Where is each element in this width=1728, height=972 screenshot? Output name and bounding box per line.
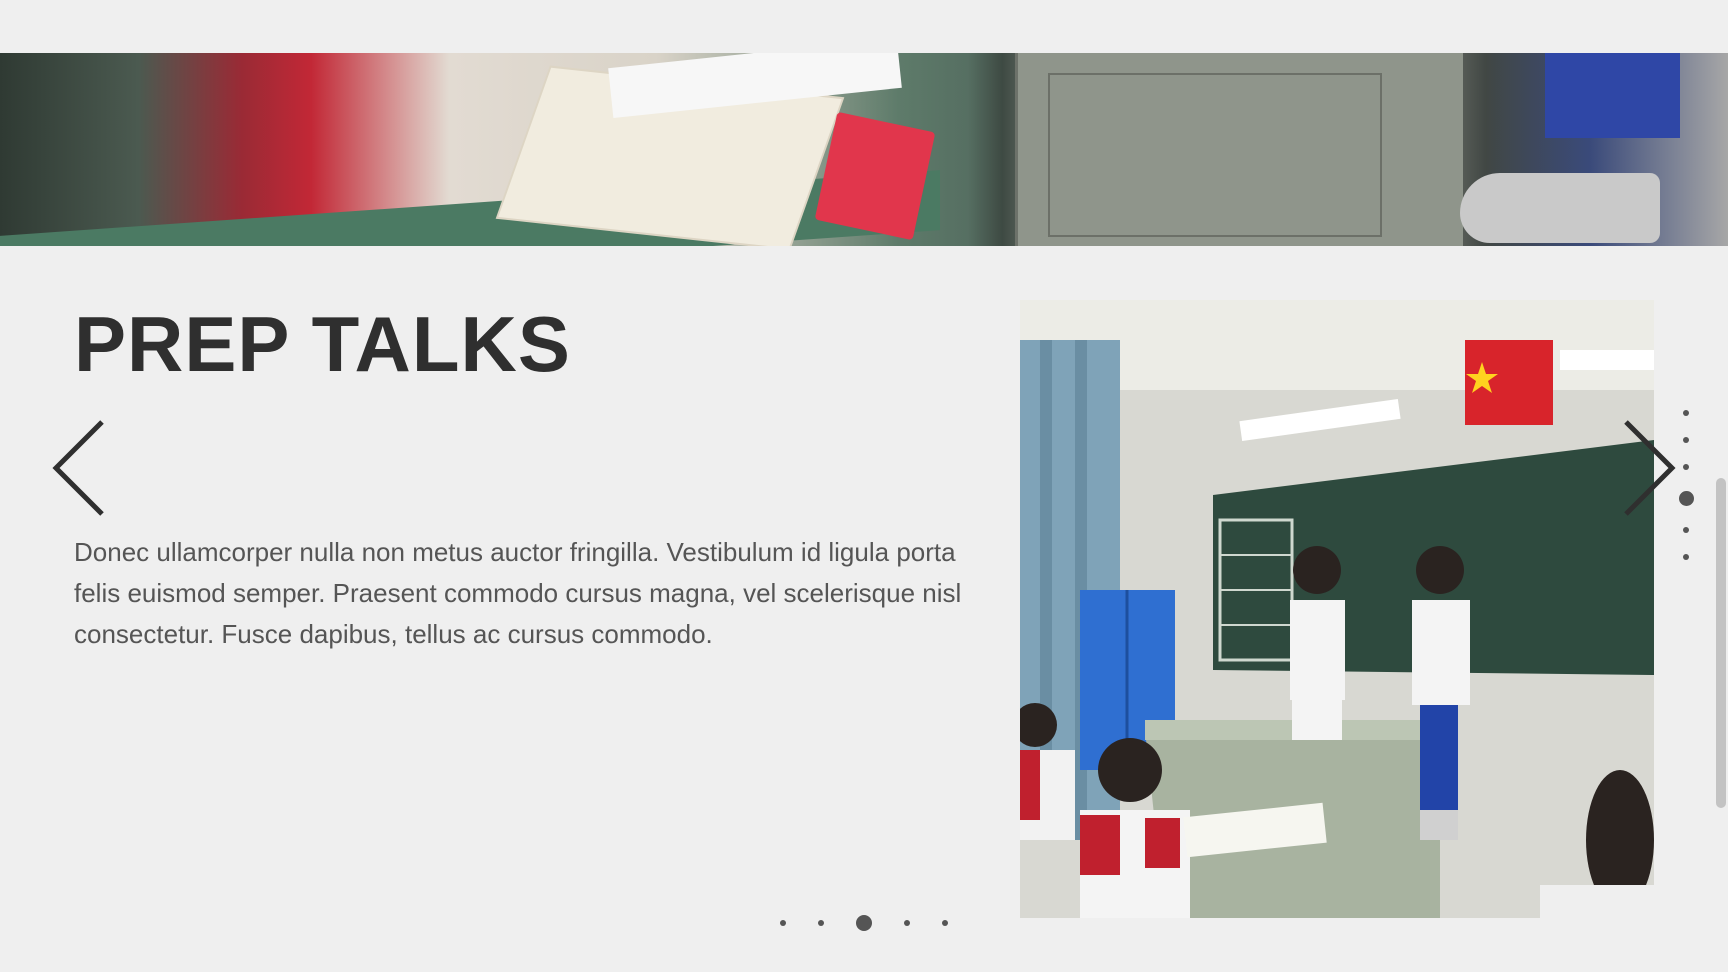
section-dot[interactable] xyxy=(1683,410,1689,416)
section-pagination xyxy=(1678,410,1694,581)
banner-photo xyxy=(0,53,1728,246)
pagination-dot[interactable] xyxy=(904,920,910,926)
pagination-dot-active[interactable] xyxy=(856,915,872,931)
page-title: PREP TALKS xyxy=(74,300,571,388)
banner-cabinet xyxy=(1015,53,1463,246)
section-dot[interactable] xyxy=(1683,554,1689,560)
pagination-dot[interactable] xyxy=(818,920,824,926)
slide-pagination xyxy=(780,912,980,934)
slide-page: PREP TALKS Donec ullamcorper nulla non m… xyxy=(0,0,1728,972)
chevron-right-icon xyxy=(1624,420,1676,516)
classroom-photo xyxy=(1020,300,1654,918)
section-dot-active[interactable] xyxy=(1678,491,1694,506)
next-slide-button[interactable] xyxy=(1618,418,1678,518)
chevron-left-icon xyxy=(52,420,104,516)
pagination-dot[interactable] xyxy=(942,920,948,926)
prev-slide-button[interactable] xyxy=(50,418,110,518)
section-dot[interactable] xyxy=(1683,437,1689,443)
scrollbar-thumb[interactable] xyxy=(1716,478,1726,808)
section-dot[interactable] xyxy=(1683,527,1689,533)
classroom-photo-image xyxy=(1020,300,1654,918)
banner-student-legs xyxy=(1545,53,1680,138)
pagination-dot[interactable] xyxy=(780,920,786,926)
section-dot[interactable] xyxy=(1683,464,1689,470)
banner-shoe xyxy=(1460,173,1660,243)
body-paragraph: Donec ullamcorper nulla non metus auctor… xyxy=(74,537,962,649)
